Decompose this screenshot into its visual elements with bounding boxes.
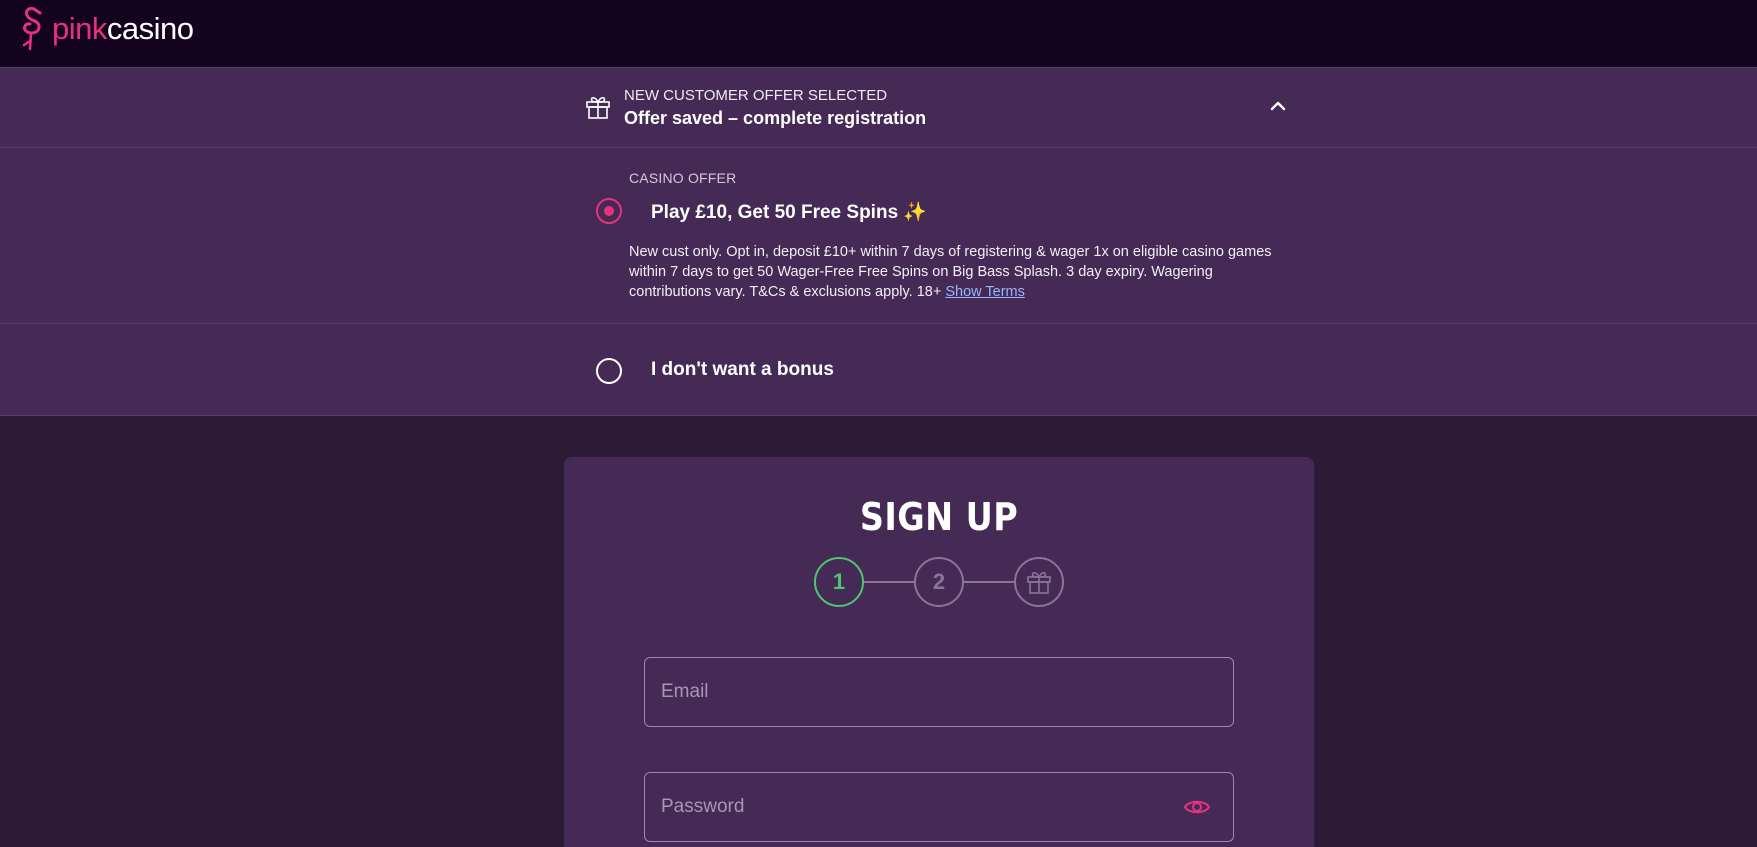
logo-text-pink: pink bbox=[52, 10, 107, 46]
chevron-up-icon[interactable] bbox=[1266, 94, 1290, 118]
step-3 bbox=[1014, 557, 1064, 607]
step-2: 2 bbox=[914, 557, 964, 607]
offer-option-casino[interactable]: CASINO OFFER Play £10, Get 50 Free Spins… bbox=[0, 148, 1757, 324]
offer-terms: New cust only. Opt in, deposit £10+ with… bbox=[629, 242, 1279, 302]
offer-title: Offer saved – complete registration bbox=[624, 108, 927, 128]
casino-offer-label: CASINO OFFER bbox=[629, 170, 737, 186]
step-connector bbox=[864, 581, 914, 583]
sparkles-icon: ✨ bbox=[903, 202, 928, 223]
top-bar: pinkcasino bbox=[0, 0, 1757, 67]
signup-card: SIGN UP 1 2 bbox=[564, 457, 1314, 847]
radio-selected[interactable] bbox=[596, 198, 622, 224]
signup-stepper: 1 2 bbox=[814, 557, 1064, 607]
email-input[interactable] bbox=[661, 658, 1181, 726]
password-field[interactable] bbox=[644, 772, 1234, 842]
no-bonus-label: I don't want a bonus bbox=[651, 359, 834, 380]
offer-option-title-text: Play £10, Get 50 Free Spins bbox=[651, 202, 899, 223]
offer-panel: NEW CUSTOMER OFFER SELECTED Offer saved … bbox=[0, 67, 1757, 416]
radio-unselected[interactable] bbox=[596, 358, 622, 384]
password-input[interactable] bbox=[661, 773, 1181, 841]
logo-text-white: casino bbox=[106, 10, 194, 46]
email-field[interactable] bbox=[644, 657, 1234, 727]
offer-kicker: NEW CUSTOMER OFFER SELECTED bbox=[624, 87, 888, 104]
offer-header[interactable]: NEW CUSTOMER OFFER SELECTED Offer saved … bbox=[0, 68, 1757, 148]
gift-icon bbox=[586, 96, 610, 119]
flamingo-icon bbox=[22, 7, 42, 51]
show-terms-link[interactable]: Show Terms bbox=[945, 284, 1025, 300]
offer-option-no-bonus[interactable]: I don't want a bonus bbox=[0, 324, 1757, 416]
step-connector bbox=[964, 581, 1014, 583]
offer-option-title: Play £10, Get 50 Free Spins ✨ bbox=[651, 200, 927, 224]
signup-title: SIGN UP bbox=[859, 495, 1019, 539]
eye-icon[interactable] bbox=[1183, 796, 1211, 818]
gift-icon bbox=[1027, 571, 1051, 594]
pinkcasino-logo[interactable]: pinkcasino bbox=[16, 4, 194, 52]
step-1: 1 bbox=[814, 557, 864, 607]
